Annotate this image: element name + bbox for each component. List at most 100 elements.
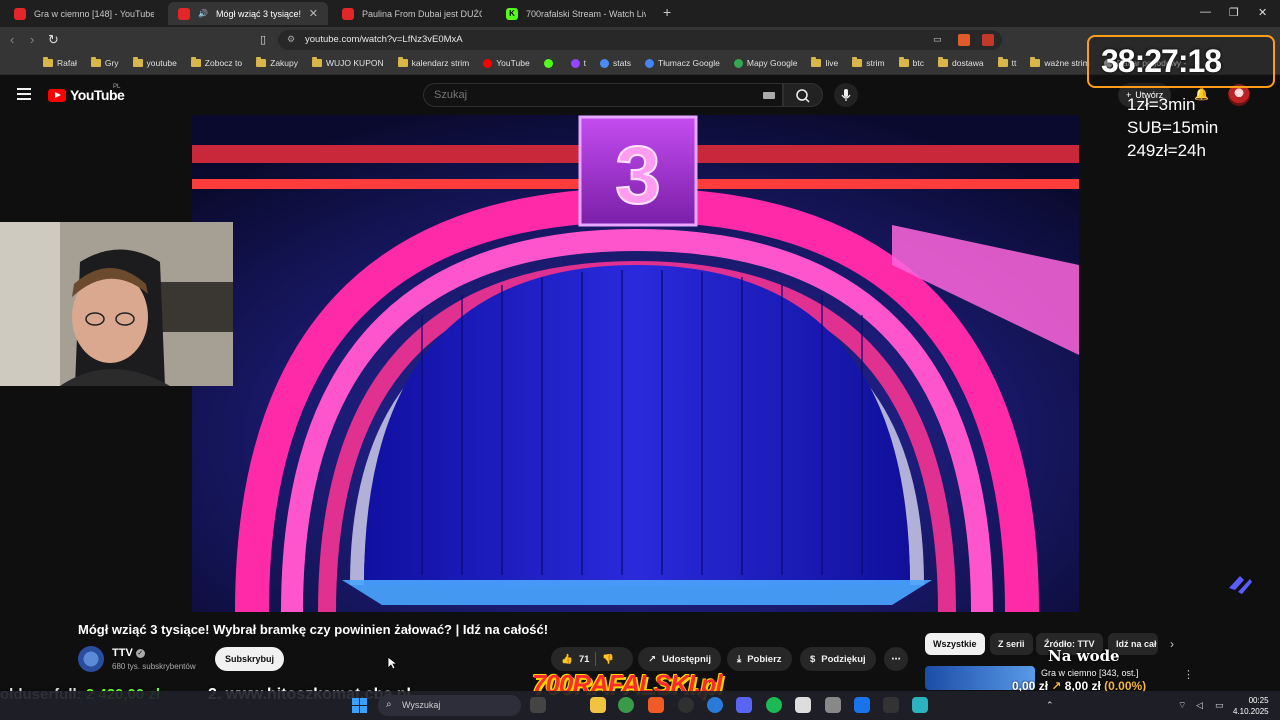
- chip-series[interactable]: Z serii: [990, 633, 1033, 655]
- new-tab-button[interactable]: +: [663, 4, 671, 20]
- channel-name-row[interactable]: TTV ✓: [112, 647, 145, 659]
- channel-avatar[interactable]: [78, 646, 104, 672]
- window-close-icon[interactable]: ✕: [1258, 6, 1267, 19]
- volume-icon[interactable]: ◁: [1196, 700, 1203, 711]
- chip-all[interactable]: Wszystkie: [925, 633, 985, 655]
- share-button[interactable]: ↗ Udostępnij: [638, 647, 722, 671]
- bookmark-item[interactable]: tt: [991, 57, 1024, 68]
- bookmark-item[interactable]: ważne strim: [1023, 57, 1096, 68]
- keyboard-icon[interactable]: [763, 92, 775, 99]
- youtube-icon: [483, 58, 493, 68]
- task-view-icon[interactable]: [530, 697, 546, 713]
- video-player[interactable]: 3: [192, 115, 1079, 612]
- voice-search-button[interactable]: [834, 83, 858, 107]
- bookmark-label: tt: [1011, 58, 1017, 68]
- notepad-icon[interactable]: [912, 697, 928, 713]
- restore-icon[interactable]: ❐: [1229, 6, 1239, 19]
- discord-icon[interactable]: [736, 697, 752, 713]
- bookmark-item[interactable]: [537, 58, 564, 68]
- forward-icon[interactable]: ›: [30, 32, 34, 47]
- youtube-favicon-icon: [342, 7, 354, 20]
- price-line: 1zł=3min: [1127, 95, 1196, 114]
- bookmark-item[interactable]: dostawa: [931, 57, 991, 68]
- bookmark-item[interactable]: btc: [892, 57, 931, 68]
- site-info-icon[interactable]: ⚙: [287, 34, 295, 45]
- system-clock[interactable]: 00:25 4.10.2025: [1233, 695, 1269, 717]
- price-line: SUB=15min: [1127, 118, 1219, 137]
- edge-icon[interactable]: [707, 697, 723, 713]
- more-actions-button[interactable]: ⋯: [884, 647, 908, 671]
- tab-gra-w-ciemno[interactable]: Gra w ciemno [148] - YouTube: [4, 2, 164, 25]
- tab-label: 700rafalski Stream - Watch Live on K: [526, 8, 646, 19]
- capcut-icon[interactable]: [795, 697, 811, 713]
- menu-icon[interactable]: [17, 88, 31, 103]
- ttv-watermark-icon[interactable]: [1226, 570, 1254, 596]
- subscriber-count: 680 tys. subskrybentów: [112, 662, 196, 671]
- bookmark-item[interactable]: t: [564, 58, 593, 68]
- obs-icon[interactable]: [678, 697, 694, 713]
- recommended-video-title[interactable]: Gra w ciemno [343, ost.]: [1041, 668, 1139, 678]
- bookmark-item[interactable]: Mapy Google: [727, 58, 805, 68]
- like-button[interactable]: 👍 71: [561, 654, 589, 665]
- bookmark-item[interactable]: Zakupy: [249, 57, 305, 68]
- clock-date: 4.10.2025: [1233, 707, 1269, 716]
- na-wode-label: Na wode: [1048, 647, 1120, 665]
- thanks-button[interactable]: $ Podziękuj: [800, 647, 876, 671]
- bookmark-item[interactable]: Gry: [84, 57, 126, 68]
- channel-name: TTV: [112, 647, 133, 659]
- audio-playing-icon: 🔊: [198, 9, 208, 18]
- bookmark-item[interactable]: WUJO KUPON: [305, 57, 391, 68]
- calculator-icon[interactable]: [825, 697, 841, 713]
- file-explorer-icon[interactable]: [590, 697, 606, 713]
- chrome-icon[interactable]: [618, 697, 634, 713]
- spotify-icon[interactable]: [766, 697, 782, 713]
- battery-icon[interactable]: ▭: [1215, 700, 1224, 711]
- bookmark-item[interactable]: youtube: [126, 57, 184, 68]
- app-icon[interactable]: [883, 697, 899, 713]
- app-icon[interactable]: [854, 697, 870, 713]
- download-button[interactable]: ⤓ Pobierz: [727, 647, 792, 671]
- bookmark-label: ważne strim: [1044, 58, 1090, 68]
- search-input[interactable]: [434, 89, 734, 101]
- bookmark-label: youtube: [146, 58, 177, 68]
- network-icon[interactable]: ⌔: [1178, 700, 1186, 711]
- tab-paulina[interactable]: Paulina From Dubai jest DUŻO GORS: [332, 2, 492, 25]
- translate-icon: [645, 58, 654, 68]
- subathon-timer: 38:27:18: [1087, 35, 1275, 88]
- tray-overflow-icon[interactable]: ⌃: [1046, 700, 1054, 711]
- cast-icon[interactable]: ▭: [933, 34, 942, 45]
- bookmark-label: YouTube: [496, 58, 530, 68]
- reload-icon[interactable]: ↻: [48, 32, 59, 48]
- bookmark-label: Rafał: [57, 58, 77, 68]
- bookmark-item[interactable]: strim: [845, 57, 891, 68]
- subscribe-button[interactable]: Subskrybuj: [215, 647, 285, 671]
- bookmark-label: WUJO KUPON: [326, 58, 384, 68]
- bookmark-item[interactable]: Zobocz to: [184, 57, 249, 68]
- thumbs-down-icon[interactable]: 👎: [602, 654, 614, 665]
- taskbar-search[interactable]: ⌕ Wyszukaj: [378, 695, 521, 716]
- folder-icon: [190, 57, 201, 67]
- close-tab-icon[interactable]: ✕: [309, 7, 318, 20]
- brave-shield-icon[interactable]: [958, 34, 970, 46]
- address-bar[interactable]: ⚙ youtube.com/watch?v=LfNz3vE0MxA ▭: [278, 30, 1002, 50]
- bookmark-item[interactable]: kalendarz strim: [391, 57, 477, 68]
- bookmark-page-icon[interactable]: ▯: [260, 33, 266, 46]
- tab-kick-stream[interactable]: K 700rafalski Stream - Watch Live on K: [496, 2, 656, 25]
- folder-icon: [43, 57, 53, 67]
- bookmark-item[interactable]: Rafał: [36, 57, 84, 68]
- bookmark-item[interactable]: live: [804, 57, 845, 68]
- recommended-video-menu-icon[interactable]: ⋮: [1183, 668, 1194, 681]
- search-button[interactable]: [783, 83, 823, 107]
- bookmark-item[interactable]: stats: [593, 58, 638, 68]
- tab-current-video[interactable]: 🔊 Mógł wziąć 3 tysiące! Wybrał ✕: [168, 2, 328, 25]
- windows-start-icon[interactable]: [352, 698, 367, 713]
- bookmark-label: live: [825, 58, 839, 68]
- bookmark-item[interactable]: Tłumacz Google: [638, 58, 727, 68]
- minimize-icon[interactable]: —: [1200, 6, 1211, 18]
- chips-next-icon[interactable]: ›: [1170, 637, 1174, 651]
- bookmark-item[interactable]: YouTube: [476, 58, 536, 68]
- folder-icon: [1030, 57, 1041, 67]
- brave-rewards-icon[interactable]: [982, 34, 994, 46]
- brave-icon[interactable]: [648, 697, 664, 713]
- back-icon[interactable]: ‹: [10, 32, 14, 47]
